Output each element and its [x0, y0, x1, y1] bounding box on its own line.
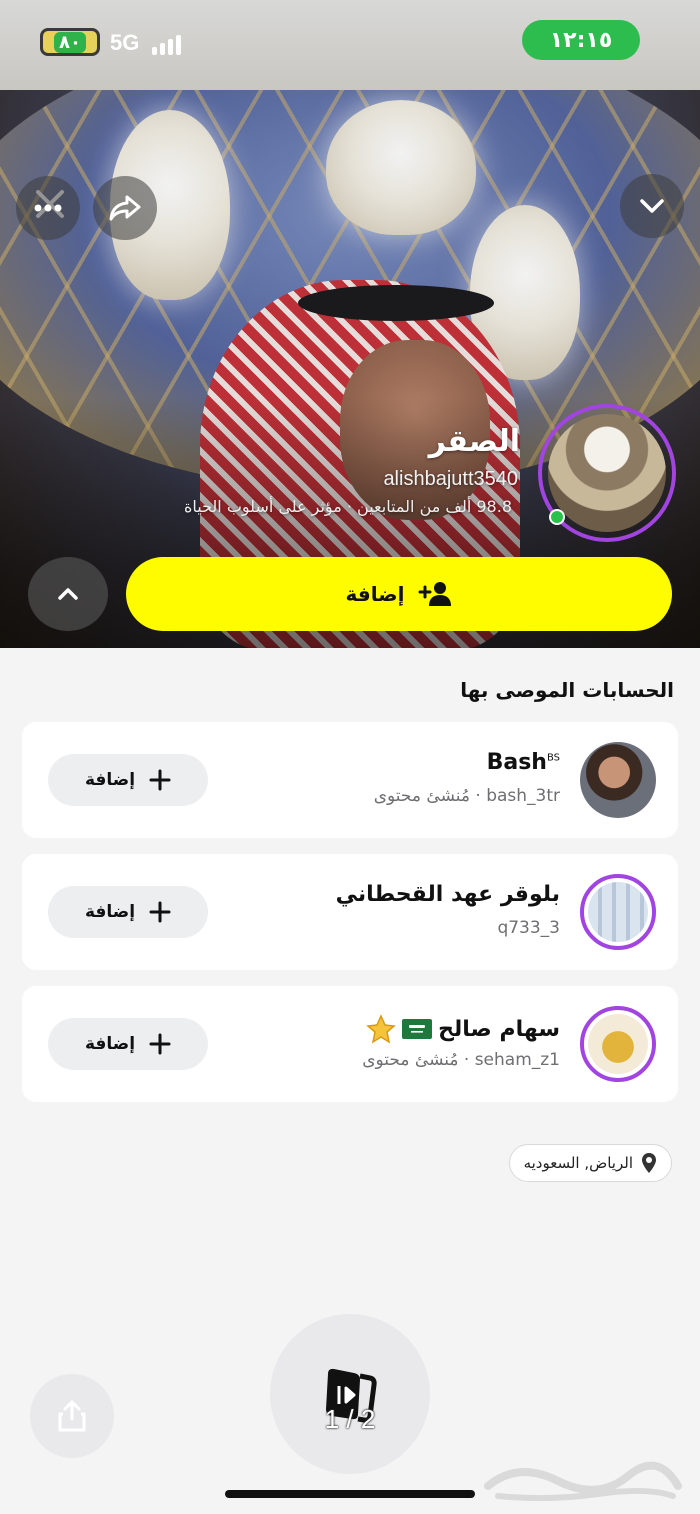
add-recommended-button[interactable]: إضافة — [48, 1018, 208, 1070]
more-button[interactable] — [16, 176, 80, 240]
recommended-name-text: سهام صالح — [438, 1016, 560, 1042]
profile-meta: 98.8 ألف من المتابعين · مؤثر على أسلوب ا… — [184, 497, 512, 516]
profile-avatar-image — [548, 414, 666, 532]
recommended-avatar[interactable] — [580, 1006, 656, 1082]
add-recommended-button[interactable]: إضافة — [48, 886, 208, 938]
recommended-name-text: Bash — [486, 750, 547, 775]
recommended-name: BashBS — [487, 750, 560, 775]
battery-level: ٨٠ — [54, 31, 86, 53]
plus-icon — [149, 1033, 171, 1055]
location-text: الرياض, السعوديه — [523, 1154, 633, 1172]
page-indicator: 1 / 2 — [324, 1404, 376, 1434]
add-friend-button[interactable]: إضافة — [126, 557, 672, 631]
chevron-down-icon — [640, 199, 664, 213]
stories-button[interactable] — [270, 1314, 430, 1474]
signal-icon — [152, 33, 181, 55]
clock: ١٢:١٥ — [522, 20, 640, 60]
recommended-name: سهام صالح — [366, 1014, 560, 1044]
watermark-logo — [484, 1461, 682, 1502]
collapse-button[interactable] — [620, 174, 684, 238]
recommended-name: بلوقر عهد القحطاني — [335, 882, 560, 907]
chevron-up-icon — [58, 588, 78, 600]
recommended-subtitle: seham_z1 · مُنشئ محتوى — [362, 1050, 560, 1070]
plus-icon — [149, 769, 171, 791]
home-indicator — [225, 1490, 475, 1498]
recommended-avatar-image — [588, 882, 648, 942]
network-type: 5G — [110, 30, 140, 55]
saudi-flag-icon — [402, 1019, 433, 1039]
recommended-card[interactable]: BashBS bash_3tr · مُنشئ محتوى إضافة — [22, 722, 678, 838]
online-status-dot — [549, 509, 565, 525]
more-icon — [34, 204, 62, 212]
recommended-card[interactable]: بلوقر عهد القحطاني q733_3 إضافة — [22, 854, 678, 970]
share-profile-button[interactable] — [93, 176, 157, 240]
recommended-card[interactable]: سهام صالح seham_z1 · مُنشئ محتوى إضافة — [22, 986, 678, 1102]
add-recommended-button[interactable]: إضافة — [48, 754, 208, 806]
recommended-title: الحسابات الموصى بها — [460, 678, 674, 702]
expand-button[interactable] — [28, 557, 108, 631]
status-bar: ٨٠ 5G ١٢:١٥ — [0, 0, 700, 90]
add-recommended-label: إضافة — [84, 770, 136, 790]
plus-icon — [149, 901, 171, 923]
location-pin-icon — [642, 1153, 656, 1173]
add-recommended-label: إضافة — [84, 902, 136, 922]
location-chip[interactable]: الرياض, السعوديه — [508, 1144, 672, 1182]
recommended-subtitle: bash_3tr · مُنشئ محتوى — [373, 786, 560, 806]
recommended-avatar[interactable] — [580, 742, 656, 818]
profile-username: alishbajutt3540 — [383, 468, 518, 490]
recommended-subtitle: q733_3 — [497, 918, 560, 938]
recommended-name-badge: BS — [546, 752, 560, 764]
battery-indicator: ٨٠ — [40, 28, 100, 56]
recommended-avatar-image — [580, 742, 656, 818]
star-icon — [366, 1014, 396, 1044]
recommended-avatar-image — [588, 1014, 648, 1074]
add-friend-label: إضافة — [345, 582, 405, 606]
share-icon — [109, 195, 141, 221]
add-recommended-label: إضافة — [84, 1034, 136, 1054]
profile-name: الصقر — [428, 424, 520, 459]
add-friend-icon — [418, 582, 452, 606]
recommended-avatar[interactable] — [580, 874, 656, 950]
